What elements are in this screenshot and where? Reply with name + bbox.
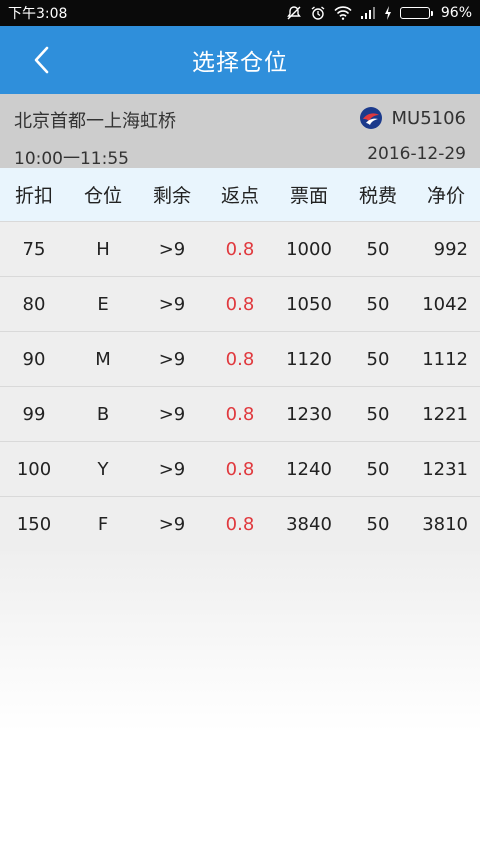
mute-icon bbox=[286, 5, 302, 21]
cabin-row[interactable]: 150 F >9 0.8 3840 50 3810 bbox=[0, 497, 480, 552]
cell-rebate: 0.8 bbox=[225, 458, 255, 480]
cell-discount: 90 bbox=[22, 348, 46, 370]
cell-cabin: M bbox=[95, 348, 111, 370]
airline-logo-icon bbox=[360, 107, 383, 129]
cell-tax: 50 bbox=[366, 348, 390, 370]
cabin-row[interactable]: 80 E >9 0.8 1050 50 1042 bbox=[0, 277, 480, 332]
cell-net: 1231 bbox=[422, 458, 468, 480]
cell-remaining: >9 bbox=[158, 403, 186, 425]
battery-icon bbox=[399, 7, 433, 19]
table-header: 折扣 仓位 剩余 返点 票面 税费 净价 bbox=[0, 168, 480, 221]
flight-info: 北京首都一上海虹桥 MU5106 10:00一11:55 2016-12-29 bbox=[0, 94, 480, 169]
cell-cabin: F bbox=[97, 513, 109, 535]
cell-net: 3810 bbox=[422, 513, 468, 535]
flight-time-range: 10:00一11:55 bbox=[14, 149, 129, 169]
cell-rebate: 0.8 bbox=[225, 238, 255, 260]
cell-rebate: 0.8 bbox=[225, 348, 255, 370]
wifi-icon bbox=[334, 6, 352, 20]
column-header-rebate: 返点 bbox=[220, 185, 259, 207]
cell-discount: 150 bbox=[16, 513, 52, 535]
cell-discount: 99 bbox=[22, 403, 46, 425]
cell-remaining: >9 bbox=[158, 238, 186, 260]
battery-percent: 96% bbox=[440, 5, 472, 21]
cell-rebate: 0.8 bbox=[225, 513, 255, 535]
cell-cabin: Y bbox=[97, 458, 109, 480]
cell-discount: 100 bbox=[16, 458, 52, 480]
cabin-row[interactable]: 75 H >9 0.8 1000 50 992 bbox=[0, 221, 480, 277]
cell-remaining: >9 bbox=[158, 513, 186, 535]
cabin-row[interactable]: 100 Y >9 0.8 1240 50 1231 bbox=[0, 442, 480, 497]
cell-rebate: 0.8 bbox=[225, 293, 255, 315]
column-header-net: 净价 bbox=[426, 185, 465, 207]
cell-tax: 50 bbox=[366, 458, 390, 480]
cell-tax: 50 bbox=[366, 293, 390, 315]
cell-remaining: >9 bbox=[158, 348, 186, 370]
cell-tax: 50 bbox=[366, 403, 390, 425]
cell-discount: 75 bbox=[22, 238, 46, 260]
column-header-remaining: 剩余 bbox=[152, 185, 191, 207]
cell-cabin: H bbox=[96, 238, 110, 260]
cabin-row[interactable]: 99 B >9 0.8 1230 50 1221 bbox=[0, 387, 480, 442]
alarm-icon bbox=[310, 5, 326, 21]
cell-fare: 1240 bbox=[286, 458, 332, 480]
column-header-discount: 折扣 bbox=[14, 185, 53, 207]
cell-rebate: 0.8 bbox=[225, 403, 255, 425]
cell-tax: 50 bbox=[366, 513, 390, 535]
cell-remaining: >9 bbox=[158, 458, 186, 480]
cell-fare: 1230 bbox=[286, 403, 332, 425]
status-time: 下午3:08 bbox=[8, 6, 68, 22]
flight-number-group: MU5106 bbox=[359, 106, 466, 130]
cell-net: 1112 bbox=[422, 348, 468, 370]
signal-icon bbox=[360, 6, 376, 20]
cabin-row[interactable]: 90 M >9 0.8 1120 50 1112 bbox=[0, 332, 480, 387]
cell-cabin: B bbox=[96, 403, 110, 425]
flight-date: 2016-12-29 bbox=[367, 144, 466, 164]
back-button[interactable] bbox=[22, 40, 62, 80]
charging-icon bbox=[384, 6, 392, 20]
cell-tax: 50 bbox=[366, 238, 390, 260]
cell-discount: 80 bbox=[22, 293, 46, 315]
flight-route: 北京首都一上海虹桥 bbox=[14, 111, 176, 132]
flight-number: MU5106 bbox=[391, 107, 466, 129]
column-header-cabin: 仓位 bbox=[83, 185, 122, 207]
cell-remaining: >9 bbox=[158, 293, 186, 315]
cell-fare: 3840 bbox=[286, 513, 332, 535]
column-header-fare: 票面 bbox=[289, 185, 328, 207]
empty-background bbox=[0, 551, 480, 853]
status-bar: 下午3:08 96% bbox=[0, 0, 480, 26]
column-header-tax: 税费 bbox=[358, 185, 397, 207]
app-header: 选择仓位 bbox=[0, 26, 480, 94]
cell-net: 992 bbox=[433, 238, 468, 260]
page-title: 选择仓位 bbox=[192, 50, 288, 76]
status-icons: 96% bbox=[286, 5, 472, 21]
cell-net: 1221 bbox=[422, 403, 468, 425]
cell-fare: 1120 bbox=[286, 348, 332, 370]
cell-net: 1042 bbox=[422, 293, 468, 315]
cell-fare: 1000 bbox=[286, 238, 332, 260]
cell-cabin: E bbox=[97, 293, 109, 315]
chevron-left-icon bbox=[34, 46, 49, 74]
cabin-list: 75 H >9 0.8 1000 50 992 80 E >9 0.8 1050… bbox=[0, 221, 480, 552]
cell-fare: 1050 bbox=[286, 293, 332, 315]
